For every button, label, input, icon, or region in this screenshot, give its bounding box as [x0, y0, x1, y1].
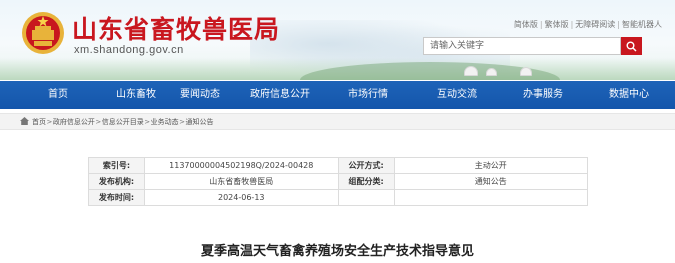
- breadcrumb-separator: >: [46, 118, 53, 126]
- document-info-table: 索引号: 11370000004502198Q/2024-00428 公开方式:…: [88, 157, 588, 206]
- index-value: 11370000004502198Q/2024-00428: [143, 157, 339, 174]
- site-header: 山东省畜牧兽医局 xm.shandong.gov.cn 简体版 | 繁体版 | 无障碍阅…: [0, 0, 675, 80]
- date-value: 2024-06-13: [143, 189, 339, 206]
- public-mode-value: 主动公开: [393, 157, 588, 174]
- top-links: 简体版 | 繁体版 | 无障碍阅读 | 智能机器人: [513, 19, 663, 30]
- search-button[interactable]: [621, 37, 642, 55]
- link-traditional[interactable]: 繁体版: [544, 20, 570, 29]
- yurt-decoration: [520, 67, 532, 76]
- yurt-decoration: [486, 68, 497, 76]
- nav-item-data-center[interactable]: 数据中心: [583, 81, 675, 109]
- search-input[interactable]: 请输入关键字: [423, 37, 621, 55]
- public-mode-label: 公开方式:: [337, 157, 395, 174]
- index-label: 索引号:: [88, 157, 145, 174]
- breadcrumb-notice[interactable]: 通知公告: [186, 117, 214, 127]
- nav-item-gov-info[interactable]: 政府信息公开: [235, 81, 325, 109]
- breadcrumb-home[interactable]: 首页: [32, 117, 46, 127]
- site-title[interactable]: 山东省畜牧兽医局: [72, 10, 280, 46]
- national-emblem-icon[interactable]: [20, 10, 66, 56]
- breadcrumb-bar: 首页 > 政府信息公开 > 信息公开目录 > 业务动态 > 通知公告: [0, 113, 675, 130]
- empty-cell: [393, 189, 588, 206]
- empty-cell: [337, 189, 395, 206]
- breadcrumb-separator: >: [179, 118, 185, 126]
- breadcrumb-separator: >: [95, 118, 102, 126]
- breadcrumb-separator: >: [144, 118, 151, 126]
- main-nav: 首页 山东畜牧 要闻动态 政府信息公开 市场行情 互动交流 办事服务 数据中心: [0, 81, 675, 109]
- link-simplified[interactable]: 简体版: [513, 20, 539, 29]
- nav-item-interaction[interactable]: 互动交流: [411, 81, 503, 109]
- breadcrumb-business-news[interactable]: 业务动态: [151, 117, 179, 127]
- article-title: 夏季高温天气畜禽养殖场安全生产技术指导意见: [200, 244, 474, 259]
- yurt-decoration: [464, 66, 478, 76]
- table-row: 索引号: 11370000004502198Q/2024-00428 公开方式:…: [88, 157, 588, 174]
- publisher-label: 发布机构:: [88, 173, 145, 190]
- breadcrumb-gov-info[interactable]: 政府信息公开: [53, 117, 95, 127]
- breadcrumb-catalog[interactable]: 信息公开目录: [102, 117, 144, 127]
- nav-item-news[interactable]: 要闻动态: [165, 81, 235, 109]
- search-icon: [626, 37, 637, 56]
- nav-item-shandong-animal[interactable]: 山东畜牧: [116, 81, 156, 109]
- publisher-value: 山东省畜牧兽医局: [143, 173, 339, 190]
- link-divider: |: [539, 20, 543, 29]
- date-label: 发布时间:: [88, 189, 145, 206]
- link-robot[interactable]: 智能机器人: [621, 20, 663, 29]
- nav-item-market[interactable]: 市场行情: [325, 81, 411, 109]
- category-value: 通知公告: [393, 173, 588, 190]
- category-label: 组配分类:: [337, 173, 395, 190]
- table-row: 发布机构: 山东省畜牧兽医局 组配分类: 通知公告: [88, 173, 588, 190]
- link-accessibility[interactable]: 无障碍阅读: [574, 20, 616, 29]
- nav-item-services[interactable]: 办事服务: [503, 81, 583, 109]
- home-icon: [20, 117, 29, 127]
- nav-item-home[interactable]: 首页: [0, 81, 116, 109]
- site-domain: xm.shandong.gov.cn: [74, 44, 184, 56]
- table-row: 发布时间: 2024-06-13: [88, 189, 588, 206]
- breadcrumb: 首页 > 政府信息公开 > 信息公开目录 > 业务动态 > 通知公告: [20, 117, 214, 127]
